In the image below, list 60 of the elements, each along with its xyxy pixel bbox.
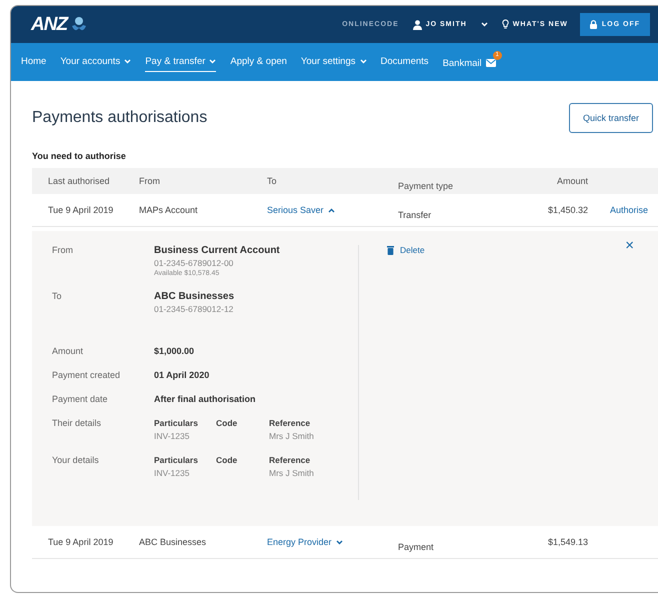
field-value: Mrs J Smith: [269, 431, 315, 441]
section-heading: You need to authorise: [32, 151, 127, 161]
trash-icon: [387, 246, 394, 254]
field-value: INV-1235: [154, 468, 190, 478]
field-label: Reference: [269, 455, 312, 465]
table-cell-text: Tue 9 April 2019: [47, 537, 114, 547]
chevron-down-icon: [336, 540, 343, 544]
column-header: From: [139, 176, 161, 186]
column-header: To: [267, 176, 278, 186]
detail-label: Their details: [52, 418, 102, 430]
column-header: Amount: [556, 176, 588, 186]
table-cell-text: Transfer: [398, 208, 432, 220]
column-header: Last authorised: [47, 176, 111, 186]
detail-label: Amount: [52, 346, 84, 358]
table-cell-text: ABC Businesses: [139, 537, 208, 547]
table-cell-text: Payment: [398, 540, 435, 552]
column-header: Payment type: [398, 180, 454, 190]
lightbulb-icon: [502, 19, 509, 30]
table-cell-text: $1,450.32: [546, 205, 588, 215]
nav-item[interactable]: Documents: [380, 52, 429, 72]
field-label: Particulars: [154, 455, 199, 465]
detail-label: Your details: [52, 455, 100, 467]
detail-label: Payment date: [52, 394, 109, 406]
person-icon: [412, 20, 422, 30]
account-number: 01-2345-6789012-12: [154, 304, 234, 314]
detail-label: From: [52, 245, 74, 257]
detail-value: $1,000.00: [154, 346, 196, 358]
lock-icon: [590, 20, 597, 29]
nav-item[interactable]: Pay & transfer: [145, 52, 216, 72]
quick-transfer-button[interactable]: Quick transfer: [568, 103, 653, 133]
account-number: 01-2345-6789012-00: [154, 258, 234, 268]
field-value: INV-1235: [154, 431, 190, 441]
chevron-up-icon: [328, 208, 335, 212]
field-label: Reference: [269, 418, 312, 428]
logo-text[interactable]: ANZ: [31, 14, 68, 36]
nav-item[interactable]: Your accounts: [60, 52, 132, 72]
chevron-down-icon: [480, 22, 488, 27]
detail-value: After final authorisation: [154, 394, 257, 406]
account-name: Business Current Account: [154, 245, 281, 256]
field-label: Code: [216, 455, 238, 465]
table-cell-text: $1,549.13: [546, 537, 588, 547]
nav-item[interactable]: Your settings: [300, 52, 366, 72]
logo-icon: [71, 16, 88, 33]
field-value: Mrs J Smith: [269, 468, 315, 478]
field-label: Particulars: [154, 418, 199, 428]
payee-toggle-link[interactable]: Energy Provider: [267, 537, 343, 547]
authorise-link[interactable]: Authorise: [588, 205, 648, 215]
detail-label: To: [52, 291, 63, 303]
page-title: Payments authorisations: [32, 109, 208, 127]
envelope-icon: [486, 59, 496, 67]
close-button[interactable]: ×: [625, 237, 634, 254]
nav-item[interactable]: Home: [21, 52, 46, 72]
detail-value: 01 April 2020: [154, 370, 210, 382]
table-cell-text: Tue 9 April 2019: [47, 205, 114, 215]
detail-label: Payment created: [52, 370, 122, 382]
nav-item[interactable]: Apply & open: [230, 52, 287, 72]
payee-toggle-link[interactable]: Serious Saver: [267, 205, 335, 215]
account-name: ABC Businesses: [154, 291, 236, 302]
table-cell-text: MAPs Account: [139, 205, 199, 215]
field-label: Code: [216, 418, 238, 428]
